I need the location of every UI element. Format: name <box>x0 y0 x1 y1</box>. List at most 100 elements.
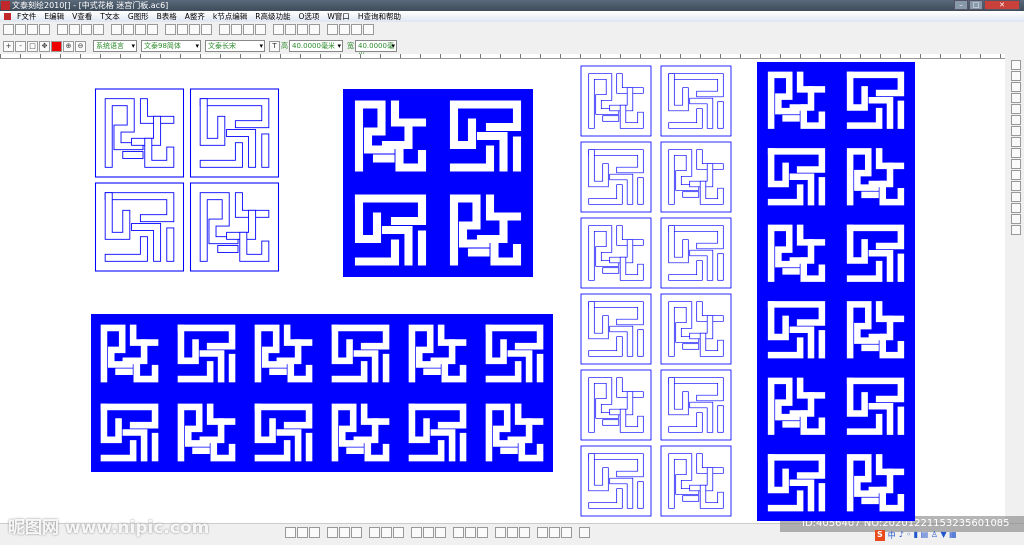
maze-tile[interactable] <box>401 317 474 390</box>
menu-options[interactable]: O选项 <box>294 11 323 22</box>
ime-toolbar[interactable]: S 中 ♪ ◦ ▮ ▤ ♙ ▼ ▦ <box>875 530 957 541</box>
tool-button-icon[interactable] <box>1010 60 1021 70</box>
zoom-fit-icon[interactable]: ⊕ <box>63 40 74 52</box>
menu-help[interactable]: H查询和帮助 <box>354 11 405 22</box>
tool-button-icon[interactable] <box>339 527 350 538</box>
menu-edit[interactable]: E编辑 <box>40 11 68 22</box>
maze-tile[interactable] <box>170 396 243 469</box>
maze-filled-wide-panel[interactable] <box>91 314 555 474</box>
tool-button-icon[interactable] <box>231 24 242 35</box>
tool-button-icon[interactable] <box>363 24 374 35</box>
tool-button-icon[interactable] <box>1010 71 1021 81</box>
maze-outline-grid[interactable] <box>92 86 284 276</box>
tool-button-icon[interactable] <box>135 24 146 35</box>
maze-tile[interactable] <box>345 91 436 181</box>
tool-button-icon[interactable] <box>351 527 362 538</box>
tool-button-icon[interactable] <box>285 24 296 35</box>
maze-tile[interactable] <box>760 140 833 214</box>
tool-button-icon[interactable] <box>309 527 320 538</box>
maze-tile[interactable] <box>660 217 732 289</box>
tool-button-icon[interactable] <box>57 24 68 35</box>
maze-tile[interactable] <box>324 396 397 469</box>
tool-button-icon[interactable] <box>177 24 188 35</box>
tool-button-icon[interactable] <box>189 24 200 35</box>
minimize-button[interactable]: – <box>954 0 968 10</box>
tool-button-icon[interactable] <box>219 24 230 35</box>
maze-tile[interactable] <box>660 369 732 441</box>
pan-icon[interactable]: ✥ <box>39 40 50 52</box>
menu-window[interactable]: W窗口 <box>323 11 353 22</box>
language-select[interactable]: 系统语言 <box>93 40 137 52</box>
tool-button-icon[interactable] <box>147 24 158 35</box>
maze-tile[interactable] <box>660 293 732 365</box>
maze-tile[interactable] <box>580 141 652 213</box>
maze-tile[interactable] <box>580 445 652 517</box>
maze-tile[interactable] <box>839 217 912 290</box>
tool-button-icon[interactable] <box>1010 181 1021 191</box>
tool-button-icon[interactable] <box>369 527 380 538</box>
maze-tile[interactable] <box>324 317 397 390</box>
tool-button-icon[interactable] <box>273 24 284 35</box>
tool-button-icon[interactable] <box>297 24 308 35</box>
maze-filled-tall-panel[interactable] <box>757 62 917 523</box>
tool-button-icon[interactable] <box>165 24 176 35</box>
maze-tile[interactable] <box>94 182 185 272</box>
tool-button-icon[interactable] <box>285 527 296 538</box>
tool-button-icon[interactable] <box>1010 214 1021 224</box>
height-input[interactable]: 40.0000毫米 <box>289 40 343 52</box>
tool-button-icon[interactable] <box>549 527 560 538</box>
zoom-out-icon[interactable]: - <box>15 40 26 52</box>
tool-button-icon[interactable] <box>1010 104 1021 114</box>
tool-button-icon[interactable] <box>453 527 464 538</box>
maze-filled-grid[interactable] <box>343 89 535 279</box>
tool-button-icon[interactable] <box>255 24 266 35</box>
tool-button-icon[interactable] <box>1010 115 1021 125</box>
maze-tile[interactable] <box>839 64 912 137</box>
tool-button-icon[interactable] <box>465 527 476 538</box>
maze-tile[interactable] <box>170 317 243 390</box>
maze-tile[interactable] <box>760 370 833 443</box>
tool-button-icon[interactable] <box>93 24 104 35</box>
menu-table[interactable]: B表格 <box>153 11 181 22</box>
font-select-1[interactable]: 文泰98简体 <box>141 40 201 52</box>
tool-button-icon[interactable] <box>537 527 548 538</box>
zoom-in-icon[interactable]: + <box>3 40 14 52</box>
tool-button-icon[interactable] <box>393 527 404 538</box>
maze-tile[interactable] <box>93 396 166 469</box>
tool-button-icon[interactable] <box>351 24 362 35</box>
maze-tile[interactable] <box>839 370 912 443</box>
tool-button-icon[interactable] <box>1010 137 1021 147</box>
maze-tile[interactable] <box>760 446 833 520</box>
menu-file[interactable]: F文件 <box>13 11 40 22</box>
maze-tile[interactable] <box>760 293 833 367</box>
tool-button-icon[interactable] <box>15 24 26 35</box>
tool-button-icon[interactable] <box>495 527 506 538</box>
tool-button-icon[interactable] <box>381 527 392 538</box>
tool-button-icon[interactable] <box>39 24 50 35</box>
tool-button-icon[interactable] <box>507 527 518 538</box>
tool-button-icon[interactable] <box>81 24 92 35</box>
tool-button-icon[interactable] <box>69 24 80 35</box>
maze-tile[interactable] <box>345 185 436 275</box>
zoom-all-icon[interactable]: ⊖ <box>75 40 86 52</box>
tool-button-icon[interactable] <box>339 24 350 35</box>
maze-tile[interactable] <box>189 88 280 178</box>
tool-button-icon[interactable] <box>1010 203 1021 213</box>
tool-button-icon[interactable] <box>297 527 308 538</box>
tool-button-icon[interactable] <box>309 24 320 35</box>
zoom-box-icon[interactable]: □ <box>27 40 38 52</box>
tool-button-icon[interactable] <box>1010 170 1021 180</box>
tool-button-icon[interactable] <box>561 527 572 538</box>
tool-button-icon[interactable] <box>201 24 212 35</box>
tool-button-icon[interactable] <box>411 527 422 538</box>
tool-button-icon[interactable] <box>327 24 338 35</box>
maze-tile[interactable] <box>660 65 732 137</box>
tool-button-icon[interactable] <box>243 24 254 35</box>
maze-tile[interactable] <box>839 446 912 520</box>
tool-button-icon[interactable] <box>1010 192 1021 202</box>
maze-tile[interactable] <box>440 185 531 275</box>
maze-tile[interactable] <box>580 217 652 289</box>
maze-tile[interactable] <box>189 182 280 272</box>
maze-tile[interactable] <box>247 317 320 390</box>
menu-text[interactable]: T文本 <box>96 11 124 22</box>
